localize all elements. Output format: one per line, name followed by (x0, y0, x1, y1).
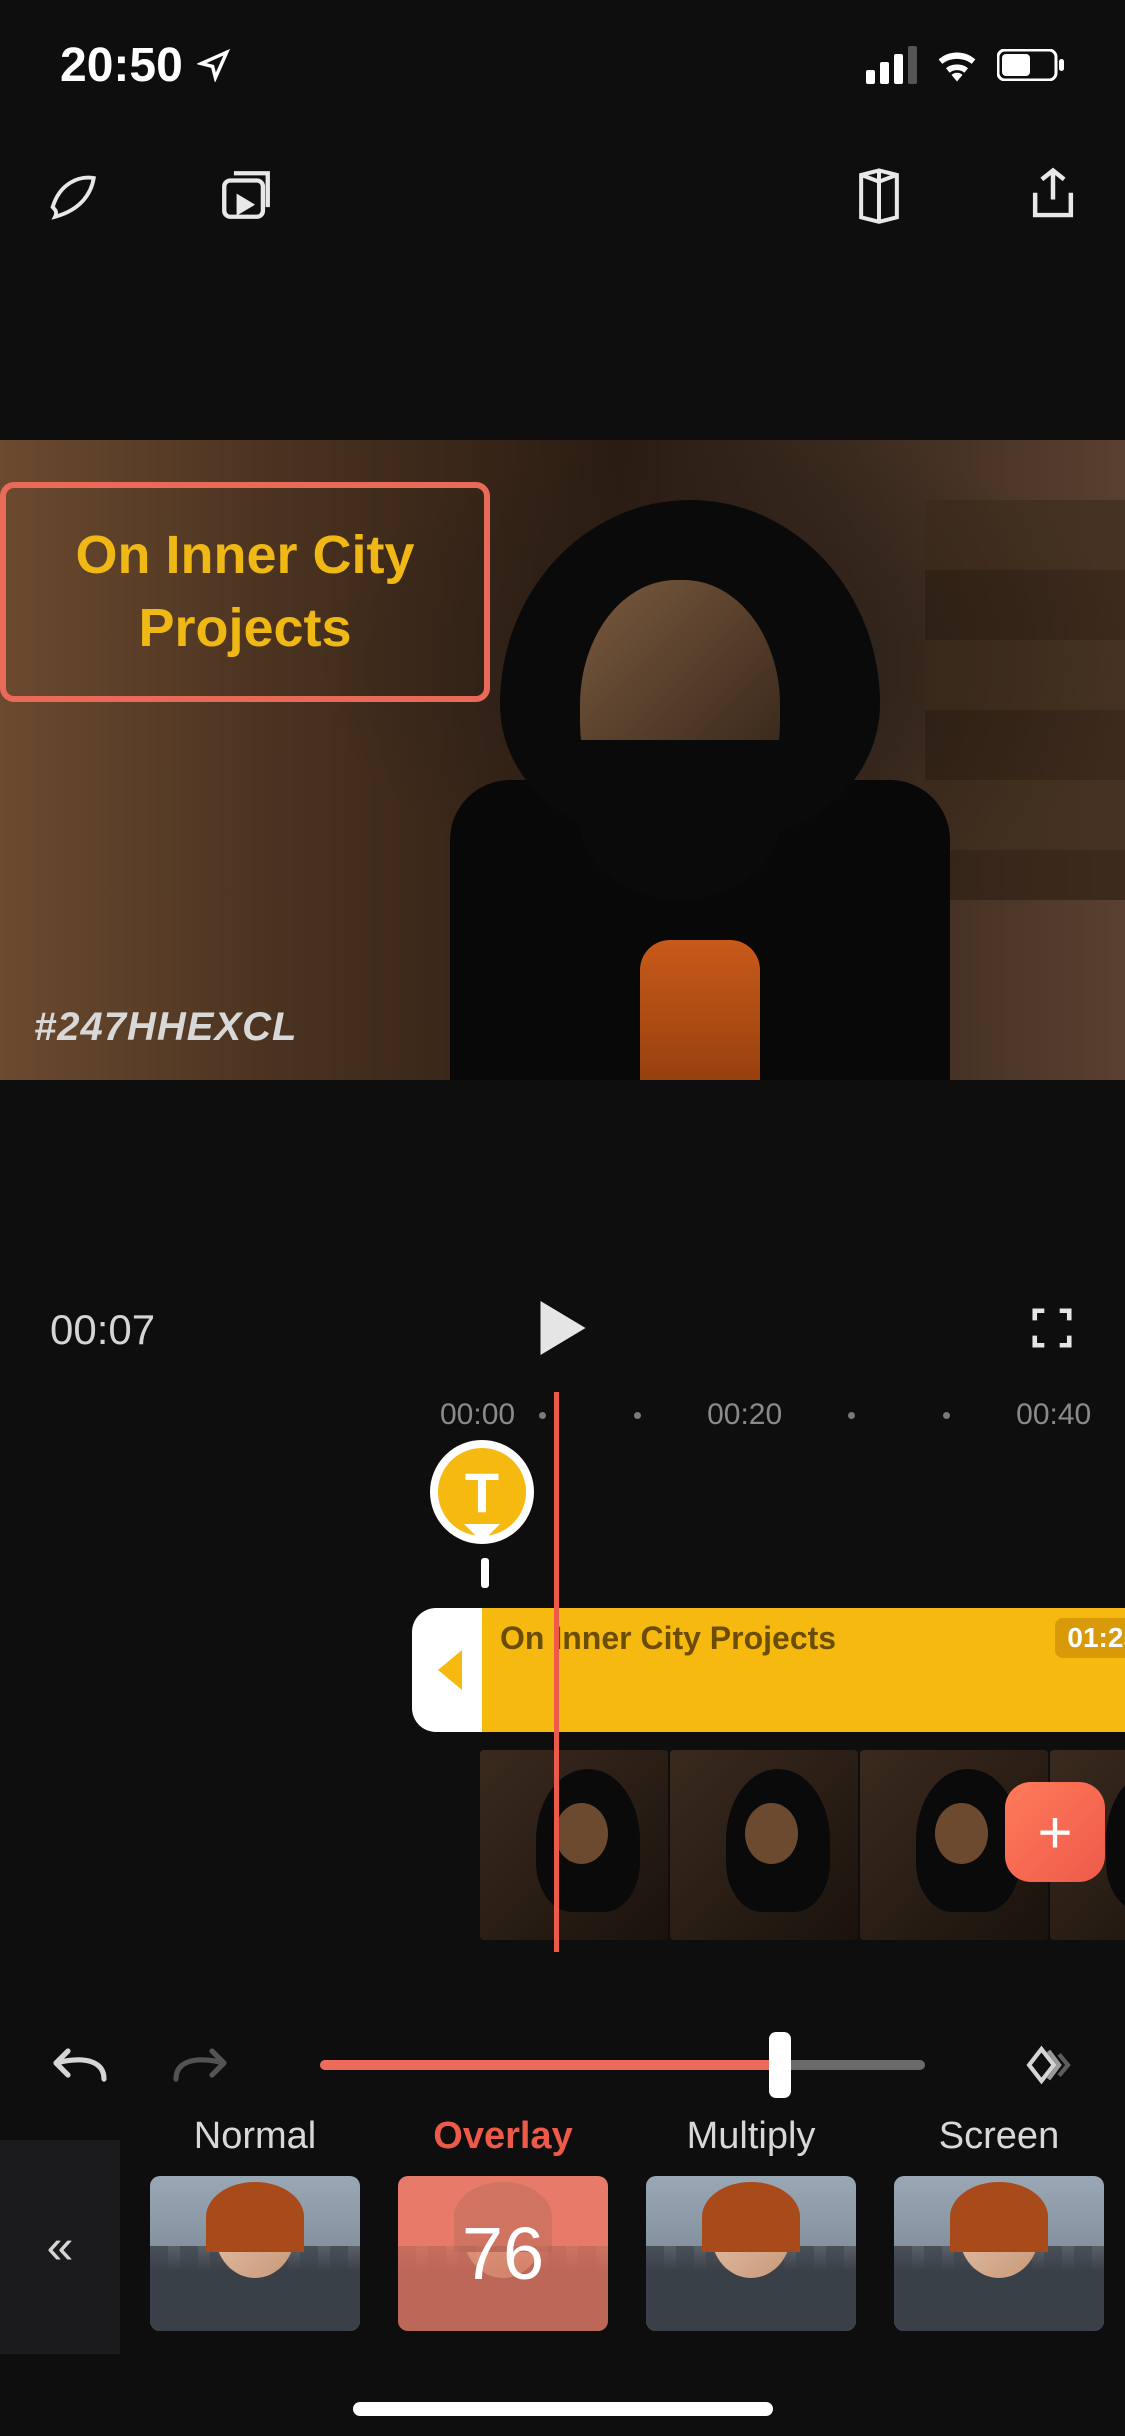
status-time-group: 20:50 (60, 38, 231, 93)
blend-thumb (894, 2176, 1104, 2331)
opacity-slider[interactable] (320, 2060, 925, 2070)
video-clip-thumb[interactable] (480, 1750, 668, 1940)
share-button[interactable] (1021, 163, 1085, 227)
play-button[interactable] (539, 1301, 587, 1360)
blend-label: Overlay (433, 2115, 572, 2158)
playback-bar: 00:07 (0, 1290, 1125, 1370)
top-toolbar (0, 145, 1125, 245)
blend-label: Screen (939, 2115, 1059, 2158)
timeline[interactable]: T On Inner City Projects 01:25 + (0, 1440, 1125, 1980)
blend-mode-normal[interactable]: Normal (150, 2115, 360, 2331)
controls-row (0, 2010, 1125, 2120)
overlay-clip-body[interactable]: On Inner City Projects 01:25 (482, 1608, 1125, 1732)
blend-thumb (150, 2176, 360, 2331)
home-button[interactable] (40, 163, 104, 227)
blend-value: 76 (398, 2176, 608, 2331)
video-clip-thumb[interactable] (670, 1750, 858, 1940)
timeline-ruler[interactable]: 00:00 00:20 00:40 01:0 (0, 1390, 1125, 1440)
overlay-title-line2: Projects (138, 592, 351, 665)
redo-button[interactable] (170, 2035, 230, 2095)
status-right (866, 46, 1065, 84)
battery-icon (997, 49, 1065, 81)
preset-button[interactable] (847, 163, 911, 227)
blend-thumb (646, 2176, 856, 2331)
playhead[interactable] (554, 1392, 559, 1952)
blend-mode-overlay[interactable]: Overlay 76 (398, 2115, 608, 2331)
blend-label: Multiply (687, 2115, 816, 2158)
blend-thumb: 76 (398, 2176, 608, 2331)
blend-label: Normal (194, 2115, 316, 2158)
text-marker-icon: T (430, 1440, 534, 1544)
slider-thumb[interactable] (769, 2032, 791, 2098)
blend-mode-screen[interactable]: Screen (894, 2115, 1104, 2331)
keyframe-button[interactable] (1015, 2035, 1075, 2095)
text-overlay-selected[interactable]: On Inner City Projects (0, 482, 490, 702)
undo-button[interactable] (50, 2035, 110, 2095)
ruler-mark: 00:00 (440, 1398, 515, 1432)
wifi-icon (935, 48, 979, 82)
slider-fill (320, 2060, 780, 2070)
plus-icon: + (1037, 1798, 1072, 1867)
fullscreen-button[interactable] (1029, 1305, 1075, 1356)
text-marker[interactable]: T (430, 1440, 540, 1570)
add-clip-button[interactable]: + (1005, 1782, 1105, 1882)
blend-mode-picker[interactable]: Normal Overlay 76 Multiply Screen Soft (0, 2115, 1125, 2375)
status-time: 20:50 (60, 38, 183, 93)
overlay-trim-left-handle[interactable] (412, 1608, 482, 1732)
library-button[interactable] (214, 163, 278, 227)
ruler-mark: 00:20 (707, 1398, 782, 1432)
overlay-title-line1: On Inner City (75, 519, 414, 592)
overlay-clip[interactable]: On Inner City Projects 01:25 (412, 1608, 1125, 1732)
cellular-icon (866, 46, 917, 84)
video-preview[interactable]: On Inner City Projects #247HHEXCL (0, 440, 1125, 1080)
blend-mode-multiply[interactable]: Multiply (646, 2115, 856, 2331)
preview-watermark: #247HHEXCL (34, 1005, 297, 1050)
location-icon (197, 48, 231, 82)
home-indicator[interactable] (353, 2402, 773, 2416)
ruler-mark: 00:40 (1016, 1398, 1091, 1432)
overlay-clip-duration: 01:25 (1055, 1618, 1125, 1658)
current-time: 00:07 (50, 1306, 155, 1354)
overlay-clip-label: On Inner City Projects (500, 1620, 836, 1657)
status-bar: 20:50 (0, 0, 1125, 130)
